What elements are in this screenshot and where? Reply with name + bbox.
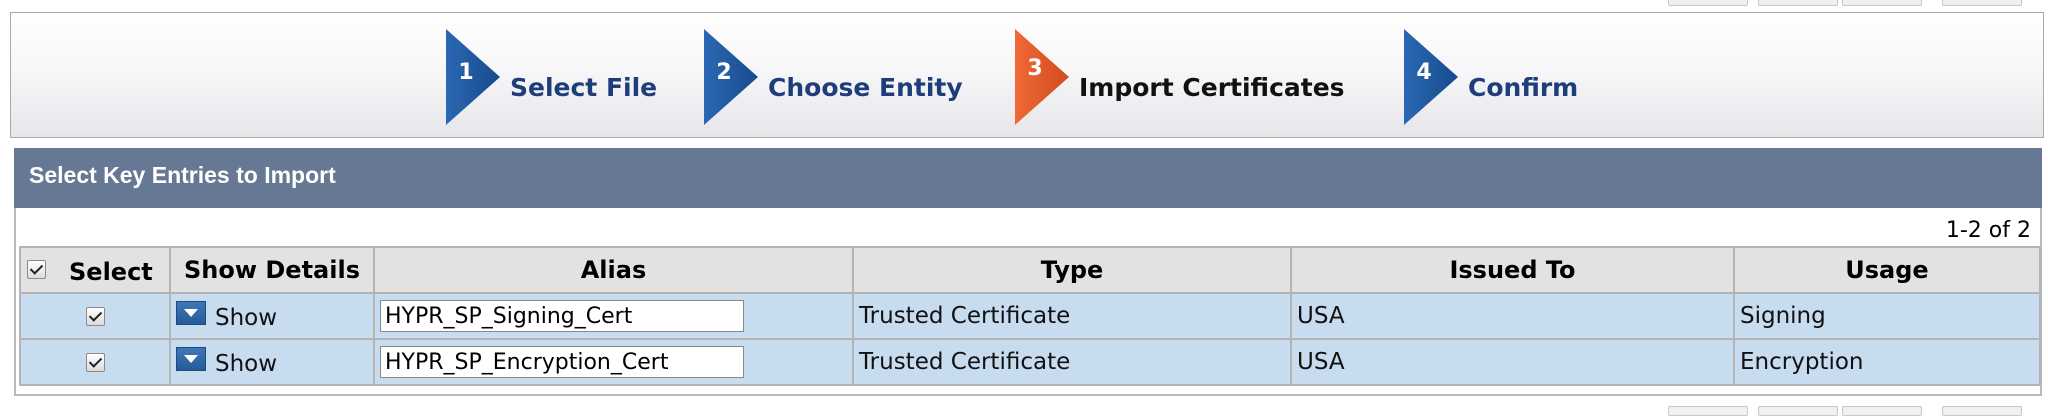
- table-row: Show Trusted Certificate USA Encryption: [19, 338, 2041, 386]
- column-header-show-details: Show Details: [169, 246, 375, 294]
- usage-cell: Encryption: [1733, 338, 2041, 386]
- key-entries-panel: 1-2 of 2 Select Show Details Alias Type …: [14, 208, 2042, 396]
- alias-cell: [373, 338, 854, 386]
- column-header-usage: Usage: [1733, 246, 2041, 294]
- alias-input[interactable]: [380, 346, 744, 378]
- row-select-checkbox[interactable]: [85, 307, 105, 326]
- show-details-label[interactable]: Show: [215, 299, 277, 331]
- usage-cell: Signing: [1733, 292, 2041, 340]
- column-header-select: Select: [19, 246, 171, 294]
- step-label: Choose Entity: [768, 73, 963, 102]
- footer-button-stub[interactable]: [1758, 406, 1838, 416]
- type-cell: Trusted Certificate: [852, 292, 1292, 340]
- show-details-cell: Show: [169, 338, 375, 386]
- step-number: 2: [716, 60, 732, 85]
- show-details-label[interactable]: Show: [215, 345, 277, 377]
- pagination-info: 1-2 of 2: [1945, 218, 2031, 243]
- toolbar-button-stub[interactable]: [1842, 0, 1922, 6]
- key-entries-table: Select Show Details Alias Type Issued To…: [19, 246, 2041, 386]
- table-header-row: Select Show Details Alias Type Issued To…: [19, 246, 2041, 294]
- show-details-toggle[interactable]: Show: [176, 345, 277, 377]
- select-all-checkbox[interactable]: [27, 260, 46, 279]
- step-label: Import Certificates: [1079, 73, 1345, 102]
- toolbar-button-stub[interactable]: [1758, 0, 1838, 6]
- expand-dropdown-icon[interactable]: [176, 301, 206, 325]
- type-cell: Trusted Certificate: [852, 338, 1292, 386]
- show-details-toggle[interactable]: Show: [176, 299, 277, 331]
- step-number: 3: [1027, 56, 1043, 81]
- wizard-progress: 1 Select File 2 Choose Entity 3 Import C…: [10, 12, 2044, 138]
- issued-to-cell: USA: [1290, 292, 1735, 340]
- step-number: 4: [1416, 60, 1432, 85]
- footer-button-stub[interactable]: [1668, 406, 1748, 416]
- table-row: Show Trusted Certificate USA Signing: [19, 292, 2041, 340]
- footer-button-stub[interactable]: [1942, 406, 2022, 416]
- footer-button-stub[interactable]: [1842, 406, 1922, 416]
- row-select-cell: [19, 338, 171, 386]
- alias-input[interactable]: [380, 300, 744, 332]
- step-label: Confirm: [1468, 73, 1579, 102]
- expand-dropdown-icon[interactable]: [176, 347, 206, 371]
- step-number: 1: [458, 60, 474, 85]
- show-details-cell: Show: [169, 292, 375, 340]
- issued-to-cell: USA: [1290, 338, 1735, 386]
- column-header-issued-to: Issued To: [1290, 246, 1735, 294]
- column-header-alias: Alias: [373, 246, 854, 294]
- row-select-checkbox[interactable]: [85, 353, 105, 372]
- toolbar-button-stub[interactable]: [1668, 0, 1748, 6]
- step-label: Select File: [510, 73, 658, 102]
- toolbar-button-stub[interactable]: [1942, 0, 2022, 6]
- row-select-cell: [19, 292, 171, 340]
- panel-title: Select Key Entries to Import: [14, 148, 2042, 208]
- alias-cell: [373, 292, 854, 340]
- column-header-type: Type: [852, 246, 1292, 294]
